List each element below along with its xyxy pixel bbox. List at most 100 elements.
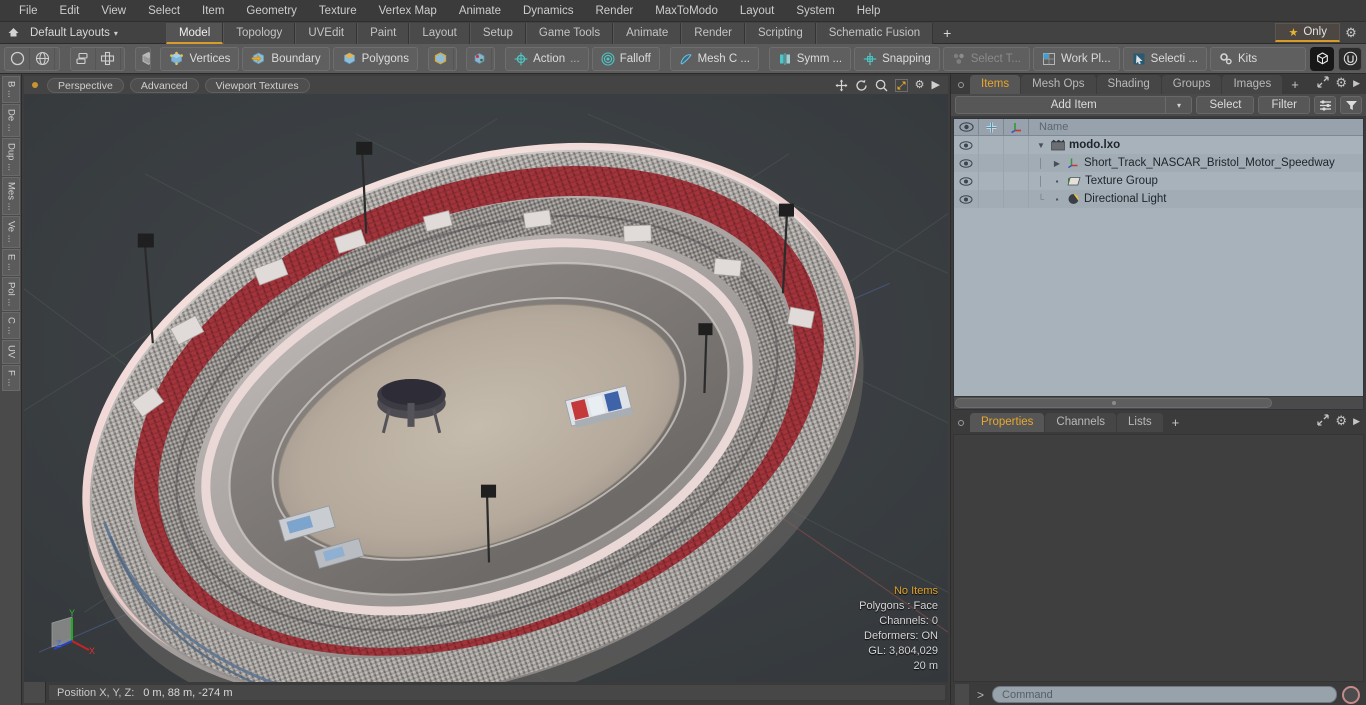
menu-item-file[interactable]: File xyxy=(8,0,49,22)
chevron-down-icon[interactable]: ▼ xyxy=(1035,141,1047,150)
only-toggle-button[interactable]: ★ Only xyxy=(1275,23,1340,42)
select-button[interactable]: Select xyxy=(1196,96,1255,114)
tab-scripting[interactable]: Scripting xyxy=(744,22,816,44)
menu-item-vertex-map[interactable]: Vertex Map xyxy=(368,0,448,22)
fit-viewport-icon[interactable] xyxy=(894,78,908,92)
left-tab-duplicate[interactable]: Dup ... xyxy=(2,137,20,176)
menu-item-select[interactable]: Select xyxy=(137,0,191,22)
tab-mesh-ops[interactable]: Mesh Ops xyxy=(1021,75,1096,94)
gear-icon[interactable]: ⚙ xyxy=(1340,25,1362,41)
circle-icon[interactable] xyxy=(5,47,30,70)
tab-items[interactable]: Items xyxy=(970,75,1021,94)
row-axis-cell[interactable] xyxy=(1004,172,1029,190)
table-row[interactable]: ▼ modo.lxo xyxy=(954,136,1363,154)
menu-item-maxtomodo[interactable]: MaxToModo xyxy=(644,0,729,22)
scrollbar-thumb[interactable] xyxy=(955,398,1273,408)
row-lock-cell[interactable] xyxy=(979,154,1004,172)
selection-mode-polygons[interactable]: Polygons xyxy=(332,46,418,71)
left-tab-mesh-edit[interactable]: Mes ... xyxy=(2,176,20,216)
expand-panel-icon[interactable] xyxy=(1317,75,1330,91)
tab-shading[interactable]: Shading xyxy=(1096,75,1161,94)
center-icon[interactable] xyxy=(121,48,125,70)
panel-gear-icon[interactable]: ⚙ xyxy=(1335,413,1347,429)
tab-render[interactable]: Render xyxy=(681,22,745,44)
row-axis-cell[interactable] xyxy=(1004,190,1029,208)
default-layouts-dropdown[interactable]: Default Layouts ▾ xyxy=(26,27,126,39)
menu-item-view[interactable]: View xyxy=(90,0,137,22)
tab-lists[interactable]: Lists xyxy=(1117,413,1163,432)
left-tab-deform[interactable]: De ... xyxy=(2,103,20,137)
pen-icon[interactable] xyxy=(55,48,59,70)
symmetry-button[interactable]: Symm ... xyxy=(768,46,852,71)
item-row-scene[interactable]: ▼ modo.lxo xyxy=(1029,139,1363,151)
select-through-button[interactable]: Select T... xyxy=(942,46,1031,71)
funnel-icon[interactable] xyxy=(1340,96,1362,114)
row-lock-cell[interactable] xyxy=(979,136,1004,154)
menu-item-geometry[interactable]: Geometry xyxy=(235,0,308,22)
rotate-viewport-icon[interactable] xyxy=(855,79,868,92)
home-icon[interactable] xyxy=(0,23,26,43)
menu-item-item[interactable]: Item xyxy=(191,0,235,22)
tab-animate[interactable]: Animate xyxy=(613,22,682,44)
command-input[interactable]: Command xyxy=(992,686,1337,703)
row-visibility-eye-icon[interactable] xyxy=(954,154,979,172)
viewport-textures-dropdown[interactable]: Viewport Textures xyxy=(204,77,310,93)
add-panel-tab-button[interactable]: + xyxy=(1283,75,1307,94)
stack-icon[interactable] xyxy=(71,47,96,70)
tab-setup[interactable]: Setup xyxy=(469,22,526,44)
pivot-axis-icon[interactable] xyxy=(492,48,494,70)
tab-model[interactable]: Model xyxy=(165,22,224,44)
tab-channels[interactable]: Channels xyxy=(1045,413,1117,432)
cube-shaded-icon[interactable] xyxy=(136,48,150,70)
menu-item-system[interactable]: System xyxy=(785,0,845,22)
row-axis-cell[interactable] xyxy=(1004,136,1029,154)
panel-arrow-icon[interactable]: ▶ xyxy=(1353,416,1360,427)
row-lock-cell[interactable] xyxy=(979,172,1004,190)
tab-paint[interactable]: Paint xyxy=(357,22,410,44)
menu-item-layout[interactable]: Layout xyxy=(729,0,786,22)
move-viewport-icon[interactable] xyxy=(835,79,848,92)
left-tab-curve[interactable]: C ... xyxy=(2,311,20,340)
left-tab-vertex[interactable]: Ve ... xyxy=(2,216,20,248)
command-bar-grip[interactable] xyxy=(955,684,969,705)
menu-item-dynamics[interactable]: Dynamics xyxy=(512,0,584,22)
properties-content-area[interactable] xyxy=(953,434,1364,682)
menu-item-animate[interactable]: Animate xyxy=(448,0,512,22)
list-options-icon[interactable] xyxy=(1314,96,1336,114)
tab-uvedit[interactable]: UVEdit xyxy=(295,22,358,44)
menu-item-texture[interactable]: Texture xyxy=(308,0,368,22)
filter-button[interactable]: Filter xyxy=(1258,96,1310,114)
row-axis-cell[interactable] xyxy=(1004,154,1029,172)
tab-images[interactable]: Images xyxy=(1222,75,1283,94)
unreal-logo-icon[interactable] xyxy=(1338,46,1362,71)
align-icon[interactable] xyxy=(96,47,121,70)
add-item-button[interactable]: Add Item ▾ xyxy=(955,96,1193,114)
3d-viewport[interactable]: No Items Polygons : Face Channels: 0 Def… xyxy=(24,94,948,682)
tab-schematic-fusion[interactable]: Schematic Fusion xyxy=(815,22,934,44)
chevron-right-icon[interactable]: ▶ xyxy=(1051,159,1063,168)
tab-game-tools[interactable]: Game Tools xyxy=(525,22,614,44)
menu-item-help[interactable]: Help xyxy=(846,0,892,22)
item-row-speedway-mesh[interactable]: │ ▶ Short_Track_NASCAR_Bristol_Motor_Spe… xyxy=(1029,157,1363,169)
add-tab-button[interactable]: + xyxy=(933,23,961,44)
left-tab-polygon[interactable]: Pol ... xyxy=(2,276,20,311)
item-row-directional-light[interactable]: └ ▪ Directional Light xyxy=(1029,193,1363,205)
modo-logo-icon[interactable] xyxy=(1310,46,1334,71)
add-item-dropdown-caret[interactable]: ▾ xyxy=(1165,96,1191,114)
item-list[interactable]: Name ▼ modo.lxo │ ▶ Short_Track_NASCAR_B… xyxy=(953,118,1364,410)
left-tab-fusion[interactable]: F ... xyxy=(2,364,20,391)
menu-item-render[interactable]: Render xyxy=(584,0,644,22)
globe-icon[interactable] xyxy=(30,47,55,70)
snapping-button[interactable]: Snapping xyxy=(854,46,940,71)
action-center-button[interactable]: Action ... xyxy=(505,46,589,71)
falloff-button[interactable]: Falloff xyxy=(591,46,660,71)
status-bar-grip[interactable] xyxy=(24,682,46,703)
zoom-viewport-icon[interactable] xyxy=(875,79,888,92)
items-cube-icon[interactable] xyxy=(429,47,454,70)
expand-panel-icon[interactable] xyxy=(1317,413,1330,429)
work-plane-button[interactable]: Work Pl... xyxy=(1033,46,1120,71)
tab-groups[interactable]: Groups xyxy=(1161,75,1222,94)
selection-mode-boundary[interactable]: Boundary xyxy=(242,46,330,71)
tab-properties[interactable]: Properties xyxy=(970,413,1045,432)
row-visibility-eye-icon[interactable] xyxy=(954,136,979,154)
